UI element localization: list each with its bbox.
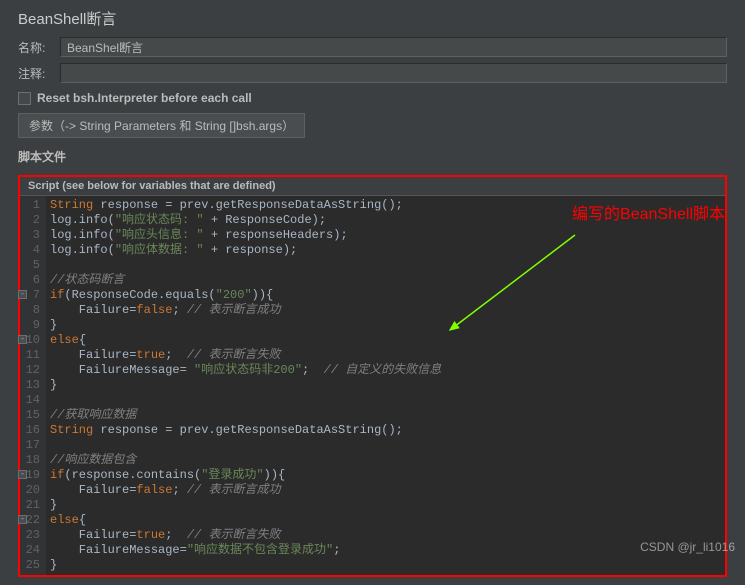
script-header-label: Script (see below for variables that are… [20,177,725,196]
name-label: 名称: [18,39,60,56]
comment-input[interactable] [60,63,727,83]
line-gutter: 1234567-8910-111213141516171819-202122-2… [20,196,46,575]
reset-row: Reset bsh.Interpreter before each call [8,87,737,111]
annotation-label: 编写的BeanShell脚本 [572,200,725,224]
reset-checkbox[interactable] [18,92,31,105]
page-title: BeanShell断言 [8,4,737,35]
code-content[interactable]: String response = prev.getResponseDataAs… [46,196,725,575]
script-file-label: 脚本文件 [8,140,737,169]
params-row: 参数（-> String Parameters 和 String []bsh.a… [8,111,737,140]
reset-checkbox-label: Reset bsh.Interpreter before each call [37,91,252,105]
comment-row: 注释: [8,61,737,85]
comment-label: 注释: [18,65,60,82]
name-row: 名称: [8,35,737,59]
code-editor[interactable]: 1234567-8910-111213141516171819-202122-2… [20,196,725,575]
watermark: CSDN @jr_li1016 [640,540,735,554]
script-container: Script (see below for variables that are… [18,175,727,577]
name-input[interactable] [60,37,727,57]
params-tab[interactable]: 参数（-> String Parameters 和 String []bsh.a… [18,113,305,138]
main-panel: BeanShell断言 名称: 注释: Reset bsh.Interprete… [0,0,745,585]
